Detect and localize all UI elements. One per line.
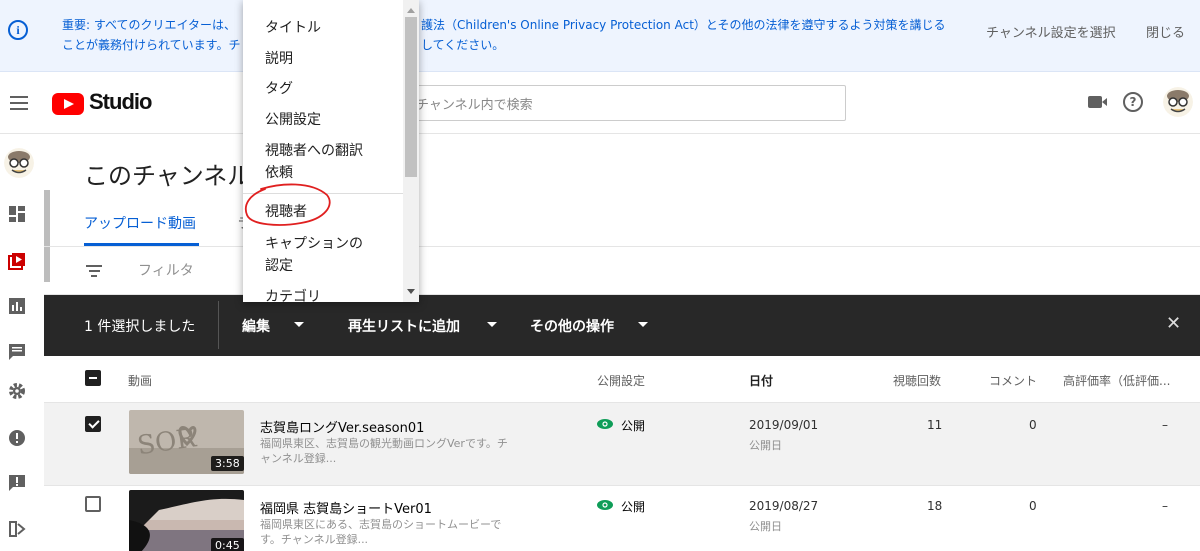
menu-item-caption-certification-line2[interactable]: 認定: [265, 255, 293, 277]
visibility-label[interactable]: 公開: [621, 498, 645, 515]
menu-icon[interactable]: [10, 96, 28, 110]
menu-item-caption-certification[interactable]: キャプションの: [265, 233, 363, 255]
row-checkbox[interactable]: [85, 416, 101, 432]
videos-icon[interactable]: [8, 252, 26, 270]
comments-icon[interactable]: [8, 343, 26, 361]
views-count: 11: [927, 418, 943, 432]
sidebar-scroll-thumb[interactable]: [44, 190, 50, 282]
select-channel-setting-link[interactable]: チャンネル設定を選択: [986, 22, 1116, 41]
menu-item-translation-request-line2[interactable]: 依頼: [265, 162, 293, 184]
publish-date: 2019/08/27: [749, 499, 819, 513]
close-selection-icon[interactable]: ✕: [1166, 313, 1181, 334]
create-video-icon[interactable]: [1088, 96, 1107, 108]
tabs-divider: [44, 246, 1200, 247]
column-header-date[interactable]: 日付: [749, 372, 773, 389]
video-title[interactable]: 志賀島ロングVer.season01: [260, 417, 424, 436]
views-count: 18: [927, 499, 943, 513]
youtube-logo-icon[interactable]: [52, 93, 84, 115]
selection-count: 1 件選択しました: [84, 319, 196, 335]
menu-item-translation-request[interactable]: 視聴者への翻訳: [265, 140, 363, 162]
video-description: 福岡県東区、志賀島の観光動画ロングVerです。チャンネル登録...: [260, 437, 508, 465]
page-title: このチャンネル: [84, 162, 252, 190]
feedback-icon[interactable]: [8, 474, 26, 492]
menu-item-description[interactable]: 説明: [265, 48, 293, 70]
likes-ratio: –: [1162, 418, 1168, 432]
menu-item-title[interactable]: タイトル: [265, 17, 321, 39]
studio-logo-text[interactable]: Studio: [89, 89, 152, 115]
menu-item-visibility[interactable]: 公開設定: [265, 109, 321, 131]
likes-ratio: –: [1162, 499, 1168, 513]
menu-item-tags[interactable]: タグ: [265, 78, 293, 100]
tab-uploads[interactable]: アップロード動画: [84, 213, 196, 233]
banner-close-link[interactable]: 閉じる: [1146, 22, 1185, 41]
publish-date-label: 公開日: [749, 520, 782, 533]
banner-text-line2-right: してください。: [421, 38, 505, 52]
banner-text-line2-left: ことが義務付けられています。チ: [62, 38, 241, 52]
video-duration: 0:45: [211, 538, 244, 551]
video-description: 福岡県東区にある、志賀島のショートムービーです。チャンネル登録...: [260, 518, 502, 546]
channel-avatar[interactable]: [4, 148, 34, 178]
select-all-checkbox[interactable]: [85, 370, 101, 386]
analytics-icon[interactable]: [8, 297, 26, 315]
visibility-label[interactable]: 公開: [621, 417, 645, 434]
annotation-circle: [244, 183, 331, 226]
publish-date-label: 公開日: [749, 439, 782, 452]
playlist-caret-icon[interactable]: [487, 322, 497, 327]
comments-count: 0: [1029, 418, 1037, 432]
action-bar-separator: [218, 301, 219, 349]
public-eye-icon[interactable]: [597, 500, 613, 510]
more-actions-caret-icon[interactable]: [638, 322, 648, 327]
search-input-placeholder[interactable]: チャンネル内で検索: [416, 94, 533, 113]
video-title[interactable]: 福岡県 志賀島ショートVer01: [260, 498, 432, 517]
column-header-comments[interactable]: コメント: [989, 372, 1037, 389]
banner-text-line1-right: 護法（Children's Online Privacy Protection …: [421, 18, 946, 32]
column-header-views[interactable]: 視聴回数: [893, 372, 941, 389]
public-eye-icon[interactable]: [597, 419, 613, 429]
account-avatar[interactable]: [1163, 87, 1193, 117]
more-actions-button[interactable]: その他の操作: [530, 316, 614, 336]
settings-icon[interactable]: [8, 382, 26, 400]
dashboard-icon[interactable]: [8, 205, 26, 223]
publish-date: 2019/09/01: [749, 418, 819, 432]
scroll-up-arrow-icon[interactable]: [407, 8, 415, 13]
row-checkbox[interactable]: [85, 496, 101, 512]
add-to-playlist-button[interactable]: 再生リストに追加: [348, 316, 460, 336]
banner-text-line1-left: 重要: すべてのクリエイターは、: [62, 18, 237, 32]
column-header-visibility[interactable]: 公開設定: [597, 372, 645, 389]
filter-input[interactable]: フィルタ: [138, 260, 194, 280]
copyright-alert-icon[interactable]: [8, 429, 26, 447]
row-divider: [44, 485, 1200, 486]
menu-item-category-clip: カテゴリ: [243, 286, 403, 302]
column-header-video[interactable]: 動画: [128, 372, 152, 389]
scroll-down-arrow-icon[interactable]: [407, 289, 415, 294]
edit-dropdown-button[interactable]: 編集: [242, 316, 270, 336]
video-duration: 3:58: [211, 456, 244, 471]
help-icon[interactable]: ?: [1123, 92, 1143, 112]
column-header-likes[interactable]: 高評価率（低評価...: [1063, 372, 1170, 389]
filter-icon[interactable]: [86, 265, 102, 277]
menu-scrollbar-thumb[interactable]: [405, 17, 417, 177]
creator-studio-classic-icon[interactable]: [8, 520, 26, 538]
comments-count: 0: [1029, 499, 1037, 513]
edit-caret-icon[interactable]: [294, 322, 304, 327]
info-icon: i: [8, 20, 28, 40]
menu-item-category[interactable]: カテゴリ: [265, 286, 321, 302]
